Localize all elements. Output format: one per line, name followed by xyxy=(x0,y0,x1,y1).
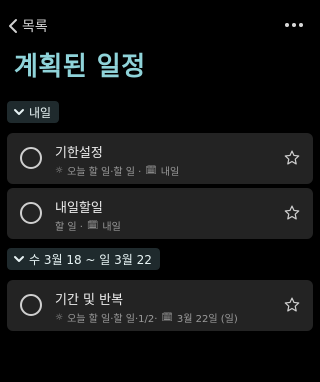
sun-icon: ☼ xyxy=(55,312,64,323)
group-header-date-range[interactable]: 수 3월 18 ~ 일 3월 22 xyxy=(7,248,160,270)
sun-icon: ☼ xyxy=(55,165,64,176)
task-row[interactable]: 기간 및 반복 ☼ 오늘 할 일·할 일·1/2· 🗓 3월 22일 (일) xyxy=(7,280,313,331)
task-meta: ☼ 오늘 할 일·할 일·1/2· 🗓 3월 22일 (일) xyxy=(55,310,238,326)
star-icon[interactable] xyxy=(283,149,301,167)
back-button[interactable]: 목록 xyxy=(8,16,48,36)
calendar-icon: 🗓 xyxy=(161,312,173,323)
task-meta-text: 오늘 할 일·할 일·1/2· xyxy=(67,314,158,325)
task-meta: ☼ 오늘 할 일·할 일 · 🗓 내일 xyxy=(55,163,180,179)
task-meta-text: 할 일 · xyxy=(55,222,83,233)
star-icon[interactable] xyxy=(283,296,301,314)
star-icon[interactable] xyxy=(283,204,301,222)
top-bar: 목록 xyxy=(0,12,319,40)
complete-checkbox[interactable] xyxy=(20,294,42,316)
task-row[interactable]: 내일할일 할 일 · 🗓 내일 xyxy=(7,188,313,239)
back-label: 목록 xyxy=(22,19,48,35)
calendar-icon: 🗓 xyxy=(145,165,157,176)
more-icon xyxy=(285,23,303,27)
task-due: 3월 22일 (일) xyxy=(176,314,238,325)
calendar-icon: 🗓 xyxy=(86,220,99,231)
task-title: 기간 및 반복 xyxy=(55,293,124,308)
group-label: 수 3월 18 ~ 일 3월 22 xyxy=(29,252,152,267)
chevron-left-icon xyxy=(9,19,17,33)
task-title: 기한설정 xyxy=(55,146,103,161)
more-button[interactable] xyxy=(283,16,305,34)
task-due: 내일 xyxy=(160,167,180,178)
group-header-tomorrow[interactable]: 내일 xyxy=(7,101,60,123)
task-meta: 할 일 · 🗓 내일 xyxy=(55,218,121,234)
chevron-down-icon xyxy=(14,256,24,262)
task-due: 내일 xyxy=(102,222,121,233)
complete-checkbox[interactable] xyxy=(20,147,42,169)
task-title: 내일할일 xyxy=(55,201,103,216)
task-row[interactable]: 기한설정 ☼ 오늘 할 일·할 일 · 🗓 내일 xyxy=(7,133,313,184)
chevron-down-icon xyxy=(14,109,24,115)
page-title: 계획된 일정 xyxy=(14,52,146,82)
group-label: 내일 xyxy=(29,105,52,120)
task-meta-text: 오늘 할 일·할 일 · xyxy=(67,167,142,178)
complete-checkbox[interactable] xyxy=(20,202,42,224)
